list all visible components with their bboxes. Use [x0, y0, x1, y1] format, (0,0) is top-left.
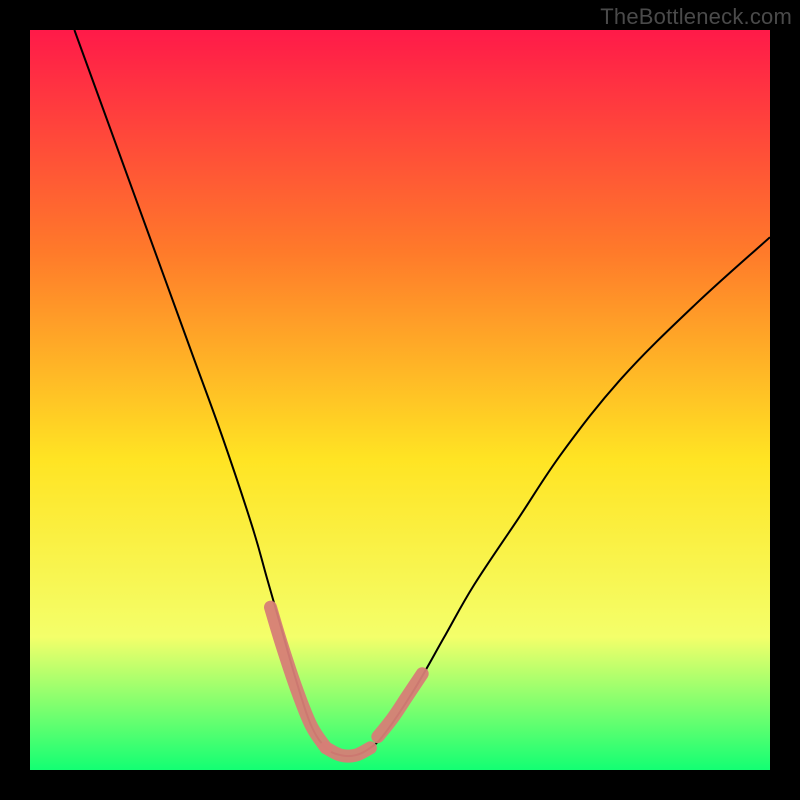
plot-background — [30, 30, 770, 770]
chart-plot — [30, 30, 770, 770]
chart-frame: TheBottleneck.com — [0, 0, 800, 800]
watermark-text: TheBottleneck.com — [600, 4, 792, 30]
